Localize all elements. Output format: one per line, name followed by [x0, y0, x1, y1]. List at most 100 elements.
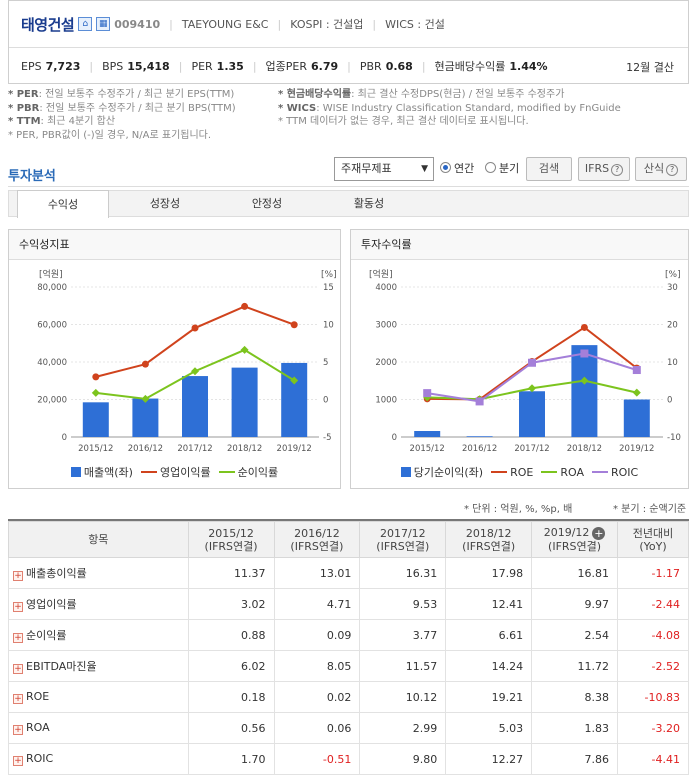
expand-icon[interactable]: + [13, 756, 23, 766]
data-point [528, 358, 536, 367]
legend-swatch [140, 471, 157, 473]
chart-legend: 매출액(좌) 영업이익률 순이익률 [9, 464, 340, 480]
y-tick-label: 80,000 [37, 283, 67, 293]
table-cell: 0.18 [187, 681, 275, 713]
data-point [191, 367, 199, 376]
table-cell: 9.97 [531, 588, 618, 620]
ifrs-help-button[interactable]: IFRS? [578, 157, 630, 181]
y-tick-label: 4000 [375, 283, 397, 293]
table-cell: 13.01 [273, 557, 361, 589]
bar [519, 391, 545, 437]
data-point [475, 397, 484, 406]
row-label[interactable]: + 순이익률 [8, 619, 189, 651]
data-point [580, 349, 589, 358]
table-cell: 5.03 [445, 712, 533, 744]
legend-item[interactable]: 매출액(좌) [70, 466, 133, 479]
x-tick-label: 2018/12 [227, 444, 262, 454]
formula-help-button[interactable]: 산식? [635, 157, 687, 181]
legend-label: ROA [560, 466, 584, 479]
statement-select[interactable]: 주재무제표 ▼ [334, 157, 434, 181]
y2-tick-label: 0 [667, 396, 672, 406]
table-row: + 순이익률 0.88 0.09 3.77 6.61 2.54 -4.08 [8, 619, 689, 651]
radio-quarter[interactable]: 분기 [485, 157, 519, 181]
tab-stability[interactable]: 안정성 [221, 191, 313, 216]
table-cell: 8.05 [273, 650, 361, 682]
bar [82, 402, 109, 437]
row-label[interactable]: + EBITDA마진율 [8, 650, 189, 682]
y-tick-label: 1000 [375, 396, 397, 406]
legend-label: ROIC [610, 466, 639, 479]
row-label[interactable]: + ROE [8, 681, 189, 713]
legend-item[interactable]: ROE [491, 466, 533, 479]
table-cell: 0.56 [187, 712, 275, 744]
building-icon[interactable]: ▦ [96, 17, 111, 31]
bar [231, 367, 258, 437]
add-column-icon[interactable]: + [592, 527, 606, 540]
table-cell: 12.27 [445, 743, 533, 775]
radio-annual[interactable]: 연간 [440, 157, 474, 181]
table-cell: 2.54 [531, 619, 618, 651]
expand-icon[interactable]: + [13, 602, 23, 612]
return-chart: [억원] [%] 4000 3000 2000 1000 0 30 20 10 0 -10 2015/1… [369, 268, 681, 454]
expand-icon[interactable]: + [13, 664, 23, 674]
metric-industry-per: 업종PER 6.79 [265, 60, 339, 73]
legend-label: 매출액(좌) [83, 466, 133, 479]
x-tick-label: 2017/12 [177, 444, 212, 454]
expand-icon[interactable]: + [13, 633, 23, 643]
header-period: 2018/12 (IFRS연결) [445, 521, 533, 558]
table-cell: 10.12 [359, 681, 447, 713]
data-point [191, 324, 199, 332]
header-period: 2015/12 (IFRS연결) [187, 521, 275, 558]
tab-profitability[interactable]: 수익성 [17, 190, 109, 218]
row-label[interactable]: + 영업이익률 [8, 588, 189, 620]
settlement-month: 12월 결산 [626, 61, 674, 74]
search-button[interactable]: 검색 [526, 157, 572, 181]
unit-label: * 단위 : 억원, %, %p, 배 [464, 504, 573, 515]
chevron-down-icon: ▼ [421, 164, 428, 174]
tab-growth[interactable]: 성장성 [119, 191, 211, 216]
legend-item[interactable]: 영업이익률 [140, 466, 211, 479]
y-tick-label: 20,000 [37, 396, 67, 406]
row-label[interactable]: + ROIC [8, 743, 189, 775]
y-tick-label: 0 [62, 433, 67, 443]
analysis-tabs: 수익성 성장성 안정성 활동성 [8, 190, 689, 218]
table-cell: 0.88 [187, 619, 275, 651]
metric-dividend-yield: 현금배당수익률 1.44% [434, 60, 548, 73]
table-cell: 7.86 [531, 743, 618, 775]
data-point [580, 323, 588, 331]
yoy-cell: -4.08 [617, 619, 689, 651]
legend-item[interactable]: ROA [541, 466, 584, 479]
company-name: 태영건설 [21, 15, 75, 34]
chart-title: 투자수익률 [351, 230, 688, 260]
section-title: 투자분석 [8, 169, 56, 184]
expand-icon[interactable]: + [13, 571, 23, 581]
note: * TTM: 최근 4분기 합산 [8, 116, 116, 127]
table-cell: 11.57 [359, 650, 447, 682]
x-tick-label: 2015/12 [78, 444, 113, 454]
table-cell: 9.80 [359, 743, 447, 775]
legend-item[interactable]: 당기순이익(좌) [400, 466, 483, 479]
legend-label: 순이익률 [237, 466, 279, 479]
table-row: + 매출총이익률 11.37 13.01 16.31 17.98 16.81 -1.17 [8, 557, 689, 589]
expand-icon[interactable]: + [13, 694, 23, 704]
tab-activity[interactable]: 활동성 [323, 191, 415, 216]
legend-item[interactable]: 순이익률 [218, 466, 279, 479]
y-tick-label: 2000 [375, 358, 397, 368]
data-point [290, 321, 298, 329]
table-cell: 11.37 [187, 557, 275, 589]
data-point [92, 373, 100, 381]
row-label[interactable]: + ROA [8, 712, 189, 744]
table-cell: 11.72 [531, 650, 618, 682]
legend-item[interactable]: ROIC [591, 466, 639, 479]
row-label[interactable]: + 매출총이익률 [8, 557, 189, 589]
expand-icon[interactable]: + [13, 725, 23, 735]
home-icon[interactable]: ⌂ [78, 17, 93, 31]
bar [132, 398, 159, 437]
header-period: 2019/12 + (IFRS연결) [531, 521, 618, 558]
company-header: 태영건설 ⌂ ▦ 009410 | TAEYOUNG E&C | KOSPI :… [8, 0, 689, 84]
y2-tick-label: -5 [323, 433, 331, 443]
table-header-row: 항목 2015/12 (IFRS연결) 2016/12 (IFRS연결) 2017/… [8, 521, 689, 558]
table-cell: 17.98 [445, 557, 533, 589]
profitability-chart-panel: 수익성지표 [억원] [%] 80,000 60,000 40,000 20,000 0 15… [8, 229, 341, 489]
table-row: + ROIC 1.70 -0.51 9.80 12.27 7.86 -4.41 [8, 743, 689, 775]
